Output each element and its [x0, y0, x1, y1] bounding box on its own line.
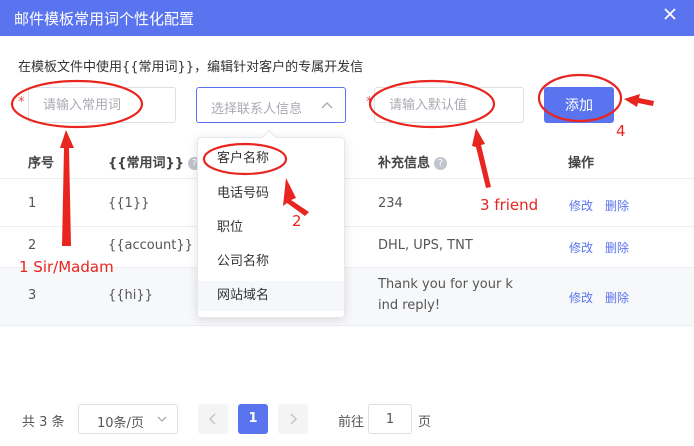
- annotation-label-1: 1 Sir/Madam: [19, 258, 114, 276]
- edit-link[interactable]: 修改: [569, 239, 593, 256]
- annotation-label-3: 3 friend: [480, 196, 539, 214]
- option-position[interactable]: 职位: [198, 213, 344, 243]
- required-mark: *: [366, 95, 373, 110]
- annotation-label-4: 4: [616, 122, 626, 140]
- contact-info-dropdown: 客户名称 电话号码 职位 公司名称 网站域名: [197, 129, 345, 318]
- dropdown-caret: [261, 129, 277, 145]
- close-icon[interactable]: [662, 6, 678, 22]
- row-word: {{account}}: [108, 238, 193, 253]
- option-customer-name[interactable]: 客户名称: [198, 144, 344, 174]
- default-value-field[interactable]: [374, 87, 524, 123]
- annotation-arrow-4: [624, 94, 654, 107]
- delete-link[interactable]: 删除: [605, 197, 629, 214]
- row-word: {{hi}}: [108, 288, 153, 303]
- row-divider: [0, 226, 694, 227]
- prev-page-button[interactable]: [198, 404, 228, 434]
- page-size-select[interactable]: 10条/页: [78, 404, 178, 434]
- row-word: {{1}}: [108, 196, 150, 211]
- goto-page-field[interactable]: [368, 404, 412, 434]
- page-number-current[interactable]: 1: [238, 404, 268, 434]
- total-count: 共 3 条: [22, 415, 65, 430]
- dialog-description: 在模板文件中使用{{常用词}}，编辑针对客户的专属开发信: [18, 60, 364, 75]
- dialog-title: 邮件模板常用词个性化配置: [14, 10, 195, 28]
- row-index: 1: [28, 196, 37, 211]
- chevron-right-icon: [290, 413, 298, 425]
- page-size-value: 10条/页: [97, 416, 144, 431]
- row-extra: 234: [378, 196, 403, 211]
- contact-select-placeholder: 选择联系人信息: [211, 102, 303, 117]
- default-value-input[interactable]: [375, 88, 523, 122]
- row-index: 2: [28, 238, 37, 253]
- col-header-extra-label: 补充信息: [378, 156, 431, 171]
- chevron-down-icon: [157, 416, 167, 422]
- add-button[interactable]: 添加: [544, 87, 614, 123]
- dialog-titlebar: 邮件模板常用词个性化配置: [0, 0, 694, 36]
- col-header-word: {{常用词}}?: [108, 152, 202, 171]
- row-index: 3: [28, 288, 37, 303]
- annotation-arrow-3: [472, 128, 491, 188]
- col-header-action: 操作: [568, 156, 595, 171]
- edit-link[interactable]: 修改: [569, 197, 593, 214]
- next-page-button[interactable]: [278, 404, 308, 434]
- goto-label: 前往: [338, 415, 365, 430]
- edit-link[interactable]: 修改: [569, 289, 593, 306]
- row-extra: Thank you for your kind reply!: [378, 277, 513, 313]
- option-phone[interactable]: 电话号码: [198, 179, 344, 209]
- annotation-label-2: 2: [292, 212, 302, 230]
- page-unit: 页: [418, 415, 432, 430]
- contact-info-select[interactable]: 选择联系人信息: [196, 87, 346, 123]
- delete-link[interactable]: 删除: [605, 289, 629, 306]
- annotation-arrow-1: [60, 130, 74, 246]
- required-mark: *: [18, 95, 25, 110]
- common-word-field[interactable]: [28, 87, 176, 123]
- chevron-up-icon: [321, 102, 333, 109]
- option-website-domain[interactable]: 网站域名: [198, 281, 344, 311]
- col-header-index: 序号: [28, 156, 55, 171]
- goto-page-input[interactable]: [369, 405, 411, 433]
- col-header-extra: 补充信息?: [378, 152, 448, 171]
- col-header-word-label: {{常用词}}: [108, 156, 185, 171]
- row-divider: [0, 325, 694, 326]
- common-word-input[interactable]: [29, 88, 175, 122]
- option-company-name[interactable]: 公司名称: [198, 247, 344, 277]
- header-divider: [0, 178, 694, 179]
- help-icon[interactable]: ?: [434, 157, 448, 170]
- chevron-left-icon: [208, 413, 216, 425]
- row-extra: DHL, UPS, TNT: [378, 238, 473, 253]
- delete-link[interactable]: 删除: [605, 239, 629, 256]
